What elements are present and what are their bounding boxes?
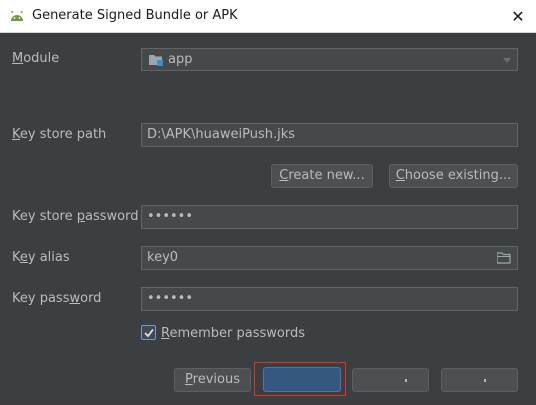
android-studio-icon: [11, 10, 23, 21]
key-store-path-label: Key store path: [12, 127, 106, 142]
key-alias-label-a: K: [12, 250, 20, 265]
checkmark-icon: [144, 328, 154, 338]
key-store-password-label-a: Key store: [12, 209, 77, 224]
mnemonic-mark: [405, 379, 407, 382]
key-password-value: ••••••: [147, 291, 194, 306]
key-alias-label: Key alias: [12, 250, 70, 265]
module-label-mnemonic: M: [12, 51, 24, 66]
key-password-field[interactable]: ••••••: [141, 287, 518, 311]
remember-passwords-rest: emember passwords: [169, 326, 305, 341]
previous-button[interactable]: Previous: [174, 368, 251, 392]
previous-label: revious: [192, 372, 240, 387]
key-alias-label-b: y alias: [27, 250, 70, 265]
next-button[interactable]: [263, 367, 341, 392]
chevron-down-icon: [503, 58, 511, 63]
close-icon: ✕: [511, 7, 525, 26]
key-store-password-mnemonic: p: [76, 209, 85, 224]
remember-passwords-checkbox[interactable]: [141, 325, 156, 340]
key-alias-mnemonic: e: [19, 250, 28, 265]
choose-existing-mnemonic: C: [395, 168, 405, 183]
create-new-mnemonic: C: [279, 168, 289, 183]
help-button[interactable]: [441, 368, 518, 392]
close-button[interactable]: ✕: [500, 0, 536, 33]
previous-mnemonic: P: [185, 372, 193, 387]
key-store-password-value: ••••••: [147, 209, 194, 224]
key-store-path-label-rest: ey store path: [19, 127, 107, 142]
choose-existing-button[interactable]: Choose existing...: [389, 164, 518, 188]
module-folder-icon: [149, 55, 163, 66]
create-new-button[interactable]: Create new...: [271, 164, 373, 188]
key-store-path-field[interactable]: D:\APK\huaweiPush.jks: [141, 123, 518, 147]
remember-passwords-label[interactable]: Remember passwords: [161, 326, 305, 341]
key-password-label-a: Key pass: [12, 291, 70, 306]
key-store-path-value: D:\APK\huaweiPush.jks: [147, 127, 296, 142]
cancel-button[interactable]: [352, 368, 429, 392]
key-password-label-b: ord: [80, 291, 102, 306]
window-title: Generate Signed Bundle or APK: [32, 8, 238, 23]
module-label: Module: [12, 51, 59, 66]
key-store-password-label: Key store password: [12, 209, 138, 224]
key-store-path-mnemonic: K: [12, 127, 20, 142]
choose-existing-label: hoose existing...: [404, 168, 512, 183]
key-password-label: Key password: [12, 291, 101, 306]
key-alias-value: key0: [147, 250, 179, 265]
module-value: app: [168, 52, 193, 67]
create-new-label: reate new...: [288, 168, 365, 183]
module-select[interactable]: app: [141, 48, 518, 71]
key-alias-field[interactable]: key0: [141, 246, 518, 270]
title-bar: Generate Signed Bundle or APK ✕: [0, 0, 536, 33]
key-store-password-label-b: assword: [84, 209, 139, 224]
key-password-mnemonic: w: [69, 291, 81, 306]
mnemonic-mark: [484, 379, 486, 382]
key-store-password-field[interactable]: ••••••: [141, 205, 518, 229]
browse-folder-icon[interactable]: [497, 252, 511, 264]
module-label-rest: odule: [23, 51, 60, 66]
